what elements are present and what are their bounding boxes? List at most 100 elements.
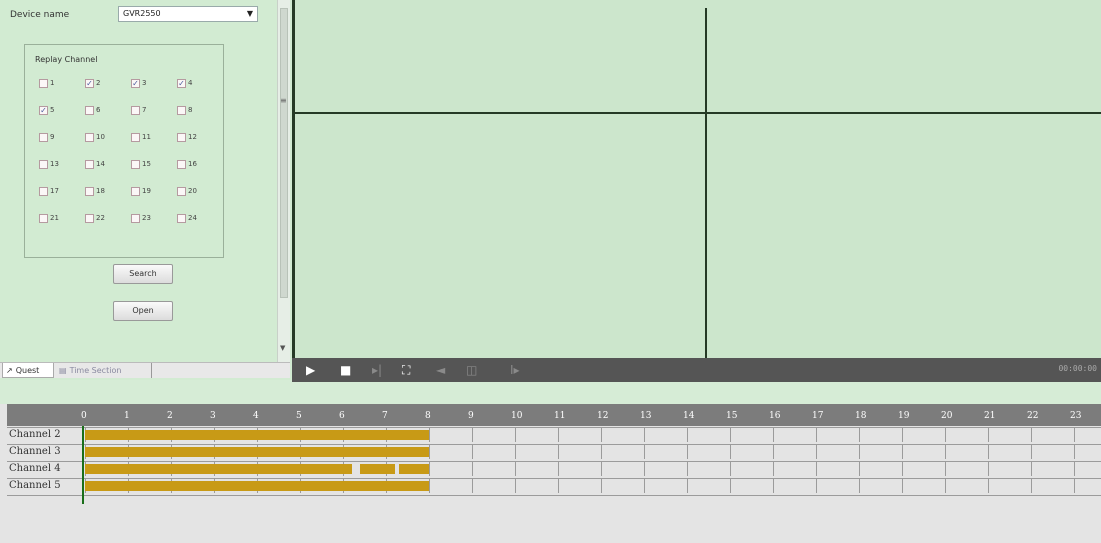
tab-quest[interactable]: ↗ Quest — [2, 363, 54, 378]
hour-tick-label: 21 — [984, 411, 996, 421]
separator-strip — [0, 382, 1101, 404]
channel-checkbox-label: 24 — [188, 214, 197, 222]
timeline-gridline — [730, 445, 731, 459]
snapshot-icon[interactable]: ◫ — [466, 362, 477, 378]
channel-checkbox[interactable] — [131, 106, 140, 115]
channel-checkbox[interactable]: ✓ — [39, 106, 48, 115]
hour-tick-label: 13 — [640, 411, 652, 421]
hour-tick-label: 11 — [554, 411, 566, 421]
channel-checkbox-item[interactable]: ✓ 4 — [177, 79, 223, 106]
hour-tick-label: 9 — [468, 411, 474, 421]
channel-checkbox[interactable] — [85, 160, 94, 169]
recording-segment[interactable] — [360, 464, 395, 474]
channel-checkbox[interactable] — [131, 187, 140, 196]
timeline-channel-row[interactable]: Channel 4 — [7, 462, 1101, 476]
channel-checkbox-item[interactable]: 10 — [85, 133, 131, 160]
channel-checkbox-item[interactable]: 1 — [39, 79, 85, 106]
timeline-gridline — [472, 428, 473, 442]
recording-segment[interactable] — [85, 430, 429, 440]
channel-checkbox[interactable] — [85, 133, 94, 142]
channel-checkbox[interactable] — [39, 214, 48, 223]
channel-checkbox-item[interactable]: 20 — [177, 187, 223, 214]
dropdown-arrow-icon[interactable]: ▼ — [247, 7, 253, 21]
recording-segment[interactable] — [85, 481, 429, 491]
channel-checkbox[interactable] — [39, 160, 48, 169]
channel-checkbox-label: 12 — [188, 133, 197, 141]
channel-checkbox-item[interactable]: 7 — [131, 106, 177, 133]
timeline-gridline — [902, 462, 903, 476]
channel-checkbox[interactable] — [131, 214, 140, 223]
fullscreen-icon[interactable]: ⛶ — [402, 362, 410, 378]
channel-checkbox-item[interactable]: ✓ 2 — [85, 79, 131, 106]
playhead-marker[interactable] — [82, 426, 84, 504]
channel-checkbox-item[interactable]: 6 — [85, 106, 131, 133]
channel-checkbox[interactable] — [131, 133, 140, 142]
channel-checkbox-item[interactable]: 16 — [177, 160, 223, 187]
channel-checkbox[interactable] — [39, 187, 48, 196]
channel-checkbox[interactable] — [39, 133, 48, 142]
device-name-select[interactable]: GVR2550 ▼ — [118, 6, 258, 22]
hour-tick-label: 7 — [382, 411, 388, 421]
channel-checkbox-item[interactable]: ✓ 3 — [131, 79, 177, 106]
timeline-channel-label: Channel 4 — [9, 463, 61, 474]
channel-checkbox-label: 15 — [142, 160, 151, 168]
scrollbar-grip-icon: ≡ — [280, 96, 287, 105]
recording-segment[interactable] — [85, 464, 352, 474]
timeline-gridline — [816, 462, 817, 476]
channel-checkbox-item[interactable]: 15 — [131, 160, 177, 187]
timeline-gridline — [902, 479, 903, 493]
channel-checkbox-item[interactable]: 23 — [131, 214, 177, 241]
stop-icon[interactable]: ■ — [340, 362, 351, 378]
timeline-channel-row[interactable]: Channel 5 — [7, 479, 1101, 493]
recording-segment[interactable] — [398, 464, 429, 474]
play-icon[interactable]: ▶ — [306, 362, 315, 378]
channel-checkbox-item[interactable]: 9 — [39, 133, 85, 160]
channel-checkbox[interactable]: ✓ — [85, 79, 94, 88]
channel-checkbox[interactable]: ✓ — [131, 79, 140, 88]
channel-checkbox[interactable] — [177, 133, 186, 142]
scrollbar-thumb[interactable] — [280, 8, 288, 298]
recording-timeline[interactable]: 0 1 2 3 4 5 6 7 8 9 10 11 12 13 14 15 16 17 18 19 20 21 22 23 C… — [0, 404, 1101, 543]
channel-checkbox[interactable] — [177, 106, 186, 115]
recording-segment[interactable] — [85, 447, 429, 457]
channel-checkbox-item[interactable]: 17 — [39, 187, 85, 214]
channel-checkbox-item[interactable]: 22 — [85, 214, 131, 241]
channel-checkbox-item[interactable]: 11 — [131, 133, 177, 160]
channel-checkbox-item[interactable]: 13 — [39, 160, 85, 187]
channel-checkbox[interactable] — [85, 187, 94, 196]
channel-checkbox-item[interactable]: 18 — [85, 187, 131, 214]
video-playback-area[interactable] — [292, 0, 1101, 358]
panel-scrollbar[interactable]: ≡ ▼ — [277, 0, 290, 362]
replay-channel-group: Replay Channel 1 ✓ 2 ✓ 3 ✓ 4 ✓ 5 6 7 8 9 10 11 12 13 14 15… — [24, 44, 224, 258]
channel-checkbox-item[interactable]: ✓ 5 — [39, 106, 85, 133]
channel-checkbox-item[interactable]: 21 — [39, 214, 85, 241]
channel-checkbox[interactable] — [85, 214, 94, 223]
channel-checkbox[interactable] — [177, 187, 186, 196]
timeline-gridline — [988, 479, 989, 493]
channel-checkbox[interactable] — [177, 214, 186, 223]
timeline-channel-row[interactable]: Channel 2 — [7, 428, 1101, 442]
channel-checkbox[interactable] — [177, 160, 186, 169]
volume-icon[interactable]: ◄ — [436, 362, 445, 378]
hour-tick-label: 23 — [1070, 411, 1082, 421]
channel-checkbox-item[interactable]: 12 — [177, 133, 223, 160]
scroll-down-arrow-icon[interactable]: ▼ — [280, 344, 285, 352]
timeline-gridline — [558, 428, 559, 442]
timeline-gridline — [515, 479, 516, 493]
timeline-channel-row[interactable]: Channel 3 — [7, 445, 1101, 459]
channel-checkbox[interactable] — [39, 79, 48, 88]
timeline-gridline — [429, 428, 430, 442]
tab-time-section[interactable]: ▤ Time Section — [56, 363, 152, 378]
channel-checkbox[interactable] — [85, 106, 94, 115]
speed-icon[interactable]: I▸ — [510, 362, 520, 378]
timeline-row-divider — [7, 478, 1101, 479]
open-button[interactable]: Open — [113, 301, 173, 321]
channel-checkbox-item[interactable]: 14 — [85, 160, 131, 187]
channel-checkbox-item[interactable]: 8 — [177, 106, 223, 133]
channel-checkbox-item[interactable]: 24 — [177, 214, 223, 241]
step-forward-icon[interactable]: ▸| — [372, 362, 382, 378]
search-button[interactable]: Search — [113, 264, 173, 284]
channel-checkbox[interactable]: ✓ — [177, 79, 186, 88]
channel-checkbox[interactable] — [131, 160, 140, 169]
channel-checkbox-item[interactable]: 19 — [131, 187, 177, 214]
